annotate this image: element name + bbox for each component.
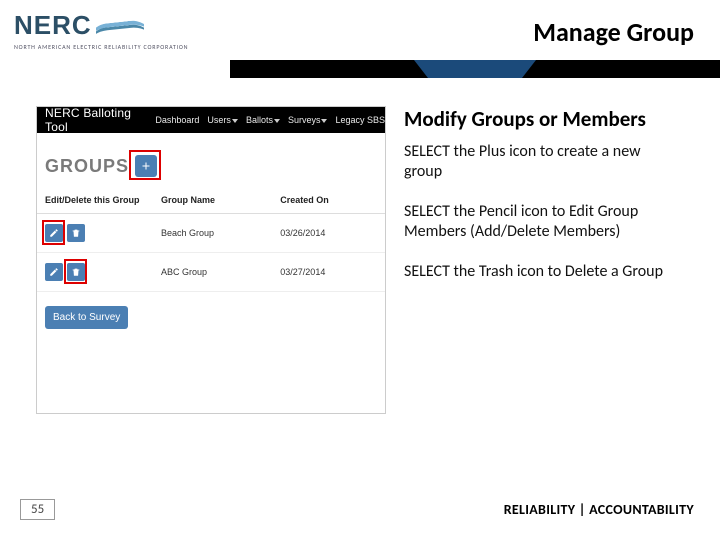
table-row: ABC Group 03/27/2014 — [37, 253, 385, 292]
back-to-survey-button[interactable]: Back to Survey — [45, 306, 128, 329]
logo-subtext: NORTH AMERICAN ELECTRIC RELIABILITY CORP… — [14, 43, 216, 51]
cell-created: 03/27/2014 — [276, 253, 385, 292]
app-nav: Dashboard Users Ballots Surveys Legacy S… — [155, 115, 385, 125]
logo-box: NERC NORTH AMERICAN ELECTRIC RELIABILITY… — [0, 0, 230, 78]
table-row: Beach Group 03/26/2014 — [37, 214, 385, 253]
pencil-icon — [49, 267, 59, 277]
instruction-plus: SELECT the Plus icon to create a new gro… — [404, 142, 676, 182]
highlight-box-plus — [129, 150, 161, 180]
col-created: Created On — [276, 187, 385, 214]
page-number: 55 — [20, 499, 55, 520]
cell-name: Beach Group — [157, 214, 276, 253]
screenshot-column: NERC Balloting Tool Dashboard Users Ball… — [0, 106, 394, 414]
nav-users[interactable]: Users — [207, 115, 238, 125]
app-brand: NERC Balloting Tool — [37, 106, 155, 134]
chevron-down-icon — [274, 119, 280, 123]
groups-header-row: GROUPS — [37, 133, 385, 187]
instruction-pencil: SELECT the Pencil icon to Edit Group Mem… — [404, 202, 676, 242]
delete-group-button[interactable] — [67, 224, 85, 242]
page-title: Manage Group — [533, 16, 694, 48]
edit-group-button[interactable] — [45, 263, 63, 281]
cell-created: 03/26/2014 — [276, 214, 385, 253]
nav-ballots[interactable]: Ballots — [246, 115, 280, 125]
app-nav-bar: NERC Balloting Tool Dashboard Users Ball… — [37, 107, 385, 133]
title-area: Manage Group — [230, 0, 720, 60]
footer: 55 RELIABILITY | ACCOUNTABILITY — [0, 499, 720, 520]
add-group-button[interactable] — [135, 155, 157, 177]
nav-surveys[interactable]: Surveys — [288, 115, 328, 125]
footer-tagline: RELIABILITY | ACCOUNTABILITY — [504, 501, 694, 518]
nav-dashboard[interactable]: Dashboard — [155, 115, 199, 125]
chevron-down-icon — [232, 119, 238, 123]
action-cell — [45, 263, 153, 281]
logo-swoosh-icon — [96, 16, 144, 34]
highlight-box-pencil — [42, 220, 65, 245]
nav-legacy[interactable]: Legacy SBS — [335, 115, 385, 125]
groups-title: GROUPS — [45, 156, 129, 177]
col-name: Group Name — [157, 187, 276, 214]
logo-main: NERC — [14, 10, 92, 41]
logo: NERC NORTH AMERICAN ELECTRIC RELIABILITY… — [0, 0, 230, 57]
table-header-row: Edit/Delete this Group Group Name Create… — [37, 187, 385, 214]
main-content: NERC Balloting Tool Dashboard Users Ball… — [0, 106, 720, 414]
trash-icon — [71, 228, 81, 238]
action-cell — [45, 224, 153, 242]
chevron-down-icon — [321, 119, 327, 123]
spacer — [37, 343, 385, 413]
section-title: Modify Groups or Members — [404, 106, 676, 132]
cell-name: ABC Group — [157, 253, 276, 292]
instruction-column: Modify Groups or Members SELECT the Plus… — [394, 106, 694, 414]
groups-table: Edit/Delete this Group Group Name Create… — [37, 187, 385, 292]
logo-text: NERC — [14, 10, 216, 41]
slide-header: NERC NORTH AMERICAN ELECTRIC RELIABILITY… — [0, 0, 720, 78]
app-screenshot: NERC Balloting Tool Dashboard Users Ball… — [36, 106, 386, 414]
highlight-box-trash — [64, 259, 87, 284]
instruction-trash: SELECT the Trash icon to Delete a Group — [404, 262, 676, 282]
title-tab-decor — [428, 60, 522, 78]
col-edit: Edit/Delete this Group — [37, 187, 157, 214]
